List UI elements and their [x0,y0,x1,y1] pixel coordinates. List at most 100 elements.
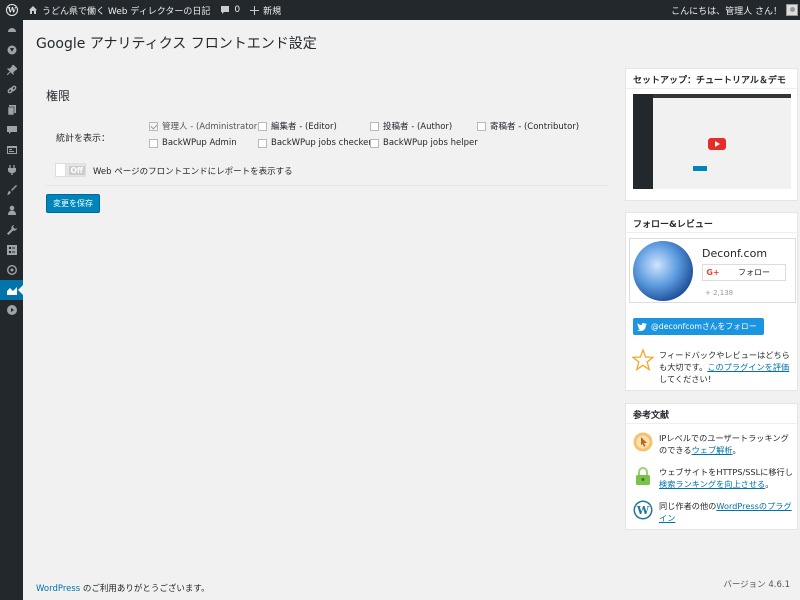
home-icon [29,6,37,14]
menu-pages[interactable] [0,100,23,120]
appearance-icon [6,146,17,154]
menu-tools-brush[interactable] [0,180,23,200]
plus-icon [250,5,260,15]
links-icon [7,85,16,94]
checkbox-box[interactable] [370,138,379,148]
divider [46,185,608,186]
follow-review-widget: フォロー&レビュー Deconf.com G+ フォロー + 2,138 @de… [625,212,798,391]
web-analytics-link[interactable]: ウェブ解析 [692,445,733,455]
google-plus-icon: G+ [706,268,720,277]
footer-thanks-text: のご利用ありがとうございます。 [80,584,210,594]
menu-analytics[interactable] [0,280,23,300]
role-label: BackWPup jobs helper [383,138,478,148]
menu-appearance[interactable] [0,140,23,160]
my-account-link[interactable]: こんにちは、管理人 さん！ [666,0,800,20]
checkbox-box[interactable] [258,138,267,148]
page-title: Google アナリティクス フロントエンド設定 [36,36,317,52]
footer-thanks: WordPress のご利用ありがとうございます。 [36,582,210,594]
save-button[interactable]: 変更を保存 [46,194,100,213]
gauge-icon [6,265,17,275]
tools-brush-icon [6,185,17,195]
twitter-follow-button[interactable]: @deconfcomさんをフォロー [633,318,764,335]
play-icon [6,305,17,315]
reference-widget: 参考文献 IPレベルでのユーザートラッキングのできるウェブ解析。 ウェブサイトを… [625,403,798,530]
greeting-text: こんにちは、管理人 さん！ [671,6,782,17]
menu-tools[interactable] [0,220,23,240]
cursor-target-icon [633,432,653,452]
menu-dashboard[interactable] [0,20,23,40]
menu-users[interactable] [0,200,23,220]
reference-item: ウェブサイトをHTTPS/SSLに移行し検索ランキングを向上させる。 [633,466,795,490]
svg-text:W: W [636,504,650,517]
ref-post: 。 [732,445,741,455]
comments-link[interactable]: 0 [215,0,245,20]
analytics-icon [6,287,17,295]
menu-gauge[interactable] [0,260,23,280]
role-checkbox-backwpup-checker[interactable]: BackWPup jobs checker [258,138,372,148]
role-checkbox-editor[interactable]: 編集者 - (Editor) [258,120,337,132]
new-label: 新規 [263,6,282,17]
wrench-icon [6,225,17,235]
rate-plugin-link[interactable]: このプラグインを評価 [707,362,789,372]
site-title: うどん県で働く Web ディレクターの日記 [42,6,211,17]
widget-title: フォロー&レビュー [626,213,797,233]
wordpress-logo-icon[interactable]: W [0,0,23,20]
gplus-follow-button[interactable]: G+ フォロー [702,264,786,281]
settings-icon [6,245,17,255]
reference-item: IPレベルでのユーザートラッキングのできるウェブ解析。 [633,432,795,456]
dashboard-icon [7,28,16,32]
section-title: 権限 [46,89,71,103]
menu-plugins[interactable] [0,160,23,180]
ref-pre: 同じ作者の他の [659,501,717,511]
comment-bubble-icon [221,6,230,14]
role-label: 投稿者 - (Author) [383,122,453,132]
checkbox-box[interactable] [370,121,379,131]
tutorial-widget: セットアップ：チュートリアル＆デモ [625,68,798,201]
twitter-button-label: @deconfcomさんをフォロー [651,322,757,331]
row-label: 統計を表示： [56,134,111,144]
checkbox-box[interactable] [258,121,267,131]
checkbox-box[interactable] [149,138,158,148]
role-checkbox-backwpup-helper[interactable]: BackWPup jobs helper [370,138,478,148]
ref-pre: ウェブサイトをHTTPS/SSLに移行し [659,467,793,477]
role-label: BackWPup jobs checker [271,138,372,148]
lock-icon [636,467,650,485]
widget-title: セットアップ：チュートリアル＆デモ [626,69,797,89]
menu-jetpack[interactable] [0,40,23,60]
role-label: 寄稿者 - (Contributor) [490,122,580,132]
search-ranking-link[interactable]: 検索ランキングを向上させる [659,479,765,489]
admin-bar: W うどん県で働く Web ディレクターの日記 0 新規 こんにちは、管理人 さ… [0,0,800,20]
widget-title: 参考文献 [626,404,797,424]
menu-links[interactable] [0,80,23,100]
youtube-play-icon[interactable] [708,138,726,150]
checkbox-box[interactable] [477,121,486,131]
gplus-site-name[interactable]: Deconf.com [702,247,767,260]
deconf-globe-logo [633,241,693,301]
twitter-bird-icon [637,322,647,331]
svg-text:W: W [6,6,16,15]
plugins-icon [7,165,16,175]
tutorial-video-thumbnail[interactable] [633,94,791,189]
jetpack-icon [7,45,16,55]
menu-media-player[interactable] [0,300,23,320]
new-content-link[interactable]: 新規 [245,0,286,20]
role-checkbox-contributor[interactable]: 寄稿者 - (Contributor) [477,120,579,132]
toggle-state: Off [68,165,85,175]
role-checkbox-administrator: 管理人 - (Administrator) [149,120,261,132]
thumb-sidebar [633,94,653,189]
menu-settings[interactable] [0,240,23,260]
toggle-knob [56,164,66,176]
role-checkbox-author[interactable]: 投稿者 - (Author) [370,120,452,132]
menu-comments[interactable] [0,120,23,140]
frontend-report-toggle[interactable]: Off [55,163,86,177]
gplus-follow-label: フォロー [738,268,770,277]
role-checkbox-backwpup-admin[interactable]: BackWPup Admin [149,138,237,148]
comments-icon [6,126,17,134]
settings-panel: 権限 統計を表示： 管理人 - (Administrator) 編集者 - (E… [36,72,616,230]
menu-posts[interactable] [0,60,23,80]
version-text: バージョン 4.6.1 [723,580,790,590]
site-name-link[interactable]: うどん県で働く Web ディレクターの日記 [23,0,215,20]
role-label: 管理人 - (Administrator) [162,122,261,132]
star-icon [632,349,654,371]
wordpress-link[interactable]: WordPress [36,584,80,594]
